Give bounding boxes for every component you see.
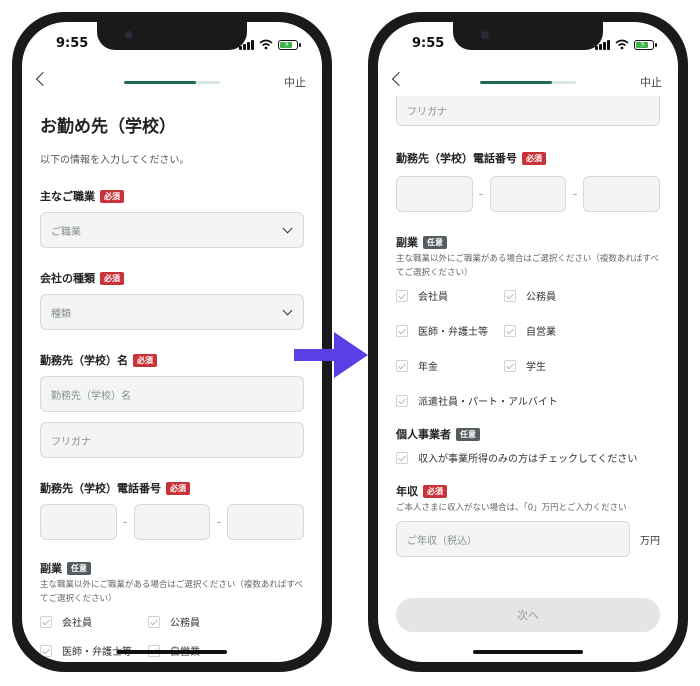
status-bar: 9:55 ⚡ [378,36,678,56]
wifi-icon [259,39,273,50]
occupation-label: 主なご職業 [40,190,95,203]
side-job-option-company-employee[interactable]: 会社員 [396,288,504,303]
wifi-icon [615,39,629,50]
phone-line-input[interactable] [583,176,661,212]
checkbox-icon [40,615,52,628]
phone-frame-left: 9:55 ⚡ 中止 お勤め先（学校） 以下の情報を入力してください。 主なご職業… [12,12,332,672]
phone-area-code-input[interactable] [396,176,473,212]
required-badge: 必須 [100,271,124,285]
income-label: 年収 [396,485,418,498]
company-phone-label: 勤務先（学校）電話番号 [40,482,161,495]
back-chevron-icon[interactable] [35,71,51,87]
company-name-label: 勤務先（学校）名 [40,354,128,367]
cancel-button[interactable]: 中止 [284,74,306,90]
phone-prefix-input[interactable] [489,176,567,212]
battery-charging-icon: ⚡ [278,39,301,50]
phone-line-input[interactable] [227,504,305,540]
page-title: お勤め先（学校） [40,117,176,137]
sole-proprietor-label: 個人事業者 [396,428,451,441]
required-badge: 必須 [166,481,190,495]
battery-charging-icon: ⚡ [634,39,657,50]
required-badge: 必須 [423,484,447,498]
checkbox-icon [396,289,408,302]
required-badge: 必須 [522,151,546,165]
side-job-label: 副業 [40,562,62,575]
company-name-input[interactable]: 勤務先（学校）名 [40,376,304,412]
side-job-option-temp-parttime[interactable]: 派遣社員・パート・アルバイト [396,393,660,408]
company-name-kana-input[interactable]: フリガナ [396,96,660,126]
form-content-scrolled: フリガナ 勤務先（学校）電話番号 必須 – – 副業 任意 主な職業以外にご職業… [396,96,661,557]
income-unit: 万円 [640,535,660,547]
home-indicator [117,650,227,654]
status-time: 9:55 [56,36,89,51]
side-job-option-civil-servant[interactable]: 公務員 [504,288,660,303]
nav-bar: 中止 [378,71,678,96]
checkbox-icon [396,324,408,337]
phone-input-group: – – [396,176,661,212]
screen-right: 9:55 ⚡ 中止 フリガナ 勤務先（学校）電話番号 必須 – – 副業 任意 … [378,22,678,662]
checkbox-icon [40,644,52,657]
home-indicator [473,650,583,654]
sole-proprietor-checkbox[interactable]: 収入が事業所得のみの方はチェックしてください [396,450,660,465]
optional-badge: 任意 [67,561,91,575]
checkbox-icon [148,615,160,628]
company-name-kana-input[interactable]: フリガナ [40,422,304,458]
company-phone-label: 勤務先（学校）電話番号 [396,152,517,165]
checkbox-icon [396,359,408,372]
side-job-option-student[interactable]: 学生 [504,358,660,373]
cancel-button[interactable]: 中止 [640,74,662,90]
checkbox-icon [396,451,408,464]
side-job-option-pension[interactable]: 年金 [396,358,504,373]
form-content: お勤め先（学校） 以下の情報を入力してください。 主なご職業 必須 ご職業 会社… [40,106,305,658]
required-badge: 必須 [100,189,124,203]
checkbox-icon [396,394,408,407]
side-job-option-company-employee[interactable]: 会社員 [40,614,148,629]
optional-badge: 任意 [456,427,480,441]
income-help: ご本人さまに収入がない場合は、「0」万円とご入力ください [396,503,627,513]
status-bar: 9:55 ⚡ [22,36,322,56]
phone-area-code-input[interactable] [40,504,117,540]
phone-frame-right: 9:55 ⚡ 中止 フリガナ 勤務先（学校）電話番号 必須 – – 副業 任意 … [368,12,688,672]
back-chevron-icon[interactable] [391,71,407,87]
side-job-option-doctor-lawyer[interactable]: 医師・弁護士等 [396,323,504,338]
transition-arrow-icon [294,332,368,378]
side-job-options: 会社員 公務員 医師・弁護士等 自営業 年金 学生 派遣社員・パート・アルバイト [396,288,660,408]
required-badge: 必須 [133,353,157,367]
step-progress-bar [124,81,220,84]
status-time: 9:55 [412,36,445,51]
nav-bar: 中止 [22,71,322,96]
side-job-option-civil-servant[interactable]: 公務員 [148,614,304,629]
cellular-signal-icon [595,39,610,50]
side-job-option-self-employed[interactable]: 自営業 [504,323,660,338]
next-button[interactable]: 次へ [396,598,660,632]
chevron-down-icon [282,223,293,234]
checkbox-icon [504,324,516,337]
company-type-select[interactable]: 種類 [40,294,304,330]
side-job-help: 主な職業以外にご職業がある場合はご選択ください（複数あればすべてご選択ください） [40,580,303,604]
cellular-signal-icon [239,39,254,50]
side-job-label: 副業 [396,236,418,249]
phone-prefix-input[interactable] [133,504,211,540]
screen-left: 9:55 ⚡ 中止 お勤め先（学校） 以下の情報を入力してください。 主なご職業… [22,22,322,662]
checkbox-icon [504,289,516,302]
step-progress-bar [480,81,576,84]
optional-badge: 任意 [423,235,447,249]
page-subtitle: 以下の情報を入力してください。 [40,155,190,166]
side-job-help: 主な職業以外にご職業がある場合はご選択ください（複数あればすべてご選択ください） [396,254,659,278]
checkbox-icon [504,359,516,372]
income-input[interactable]: ご年収（税込） [396,521,630,557]
chevron-down-icon [282,305,293,316]
phone-input-group: – – [40,504,305,540]
occupation-select[interactable]: ご職業 [40,212,304,248]
company-type-label: 会社の種類 [40,272,95,285]
